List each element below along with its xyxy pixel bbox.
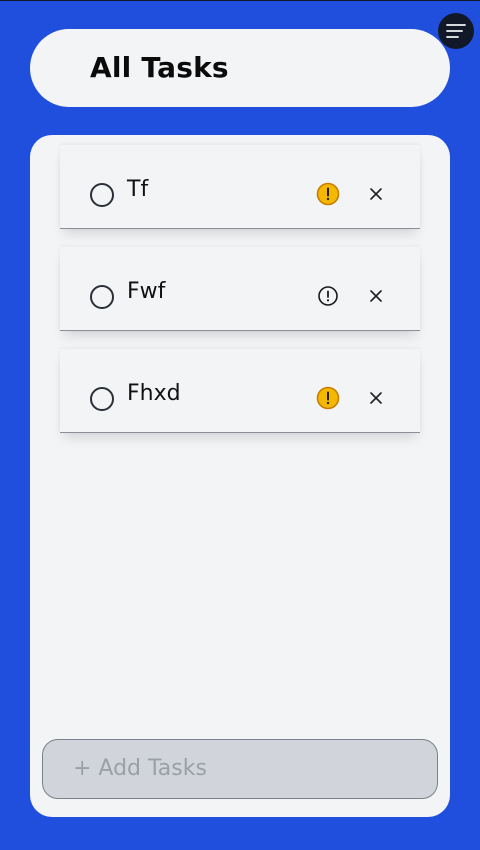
header: All Tasks bbox=[30, 29, 450, 107]
close-icon[interactable] bbox=[366, 388, 386, 408]
page-title: All Tasks bbox=[90, 51, 229, 84]
task-label: Fwf bbox=[127, 279, 166, 304]
add-task-label: + Add Tasks bbox=[73, 756, 207, 781]
task-checkbox[interactable] bbox=[90, 183, 114, 207]
task-item[interactable]: Tf bbox=[60, 145, 420, 229]
alert-circle-icon[interactable] bbox=[316, 386, 340, 410]
task-label: Fhxd bbox=[127, 381, 181, 406]
task-checkbox[interactable] bbox=[90, 387, 114, 411]
top-edge bbox=[0, 0, 480, 1]
add-task-button[interactable]: + Add Tasks bbox=[42, 739, 438, 799]
alert-circle-icon[interactable] bbox=[316, 182, 340, 206]
task-panel: Tf Fwf Fhxd + Add Tasks bbox=[30, 135, 450, 817]
alert-circle-icon[interactable] bbox=[316, 284, 340, 308]
task-checkbox[interactable] bbox=[90, 285, 114, 309]
task-label: Tf bbox=[127, 177, 149, 202]
close-icon[interactable] bbox=[366, 286, 386, 306]
task-item[interactable]: Fhxd bbox=[60, 349, 420, 433]
close-icon[interactable] bbox=[366, 184, 386, 204]
task-item[interactable]: Fwf bbox=[60, 247, 420, 331]
hamburger-menu-icon bbox=[446, 24, 466, 38]
menu-button[interactable] bbox=[438, 13, 474, 49]
